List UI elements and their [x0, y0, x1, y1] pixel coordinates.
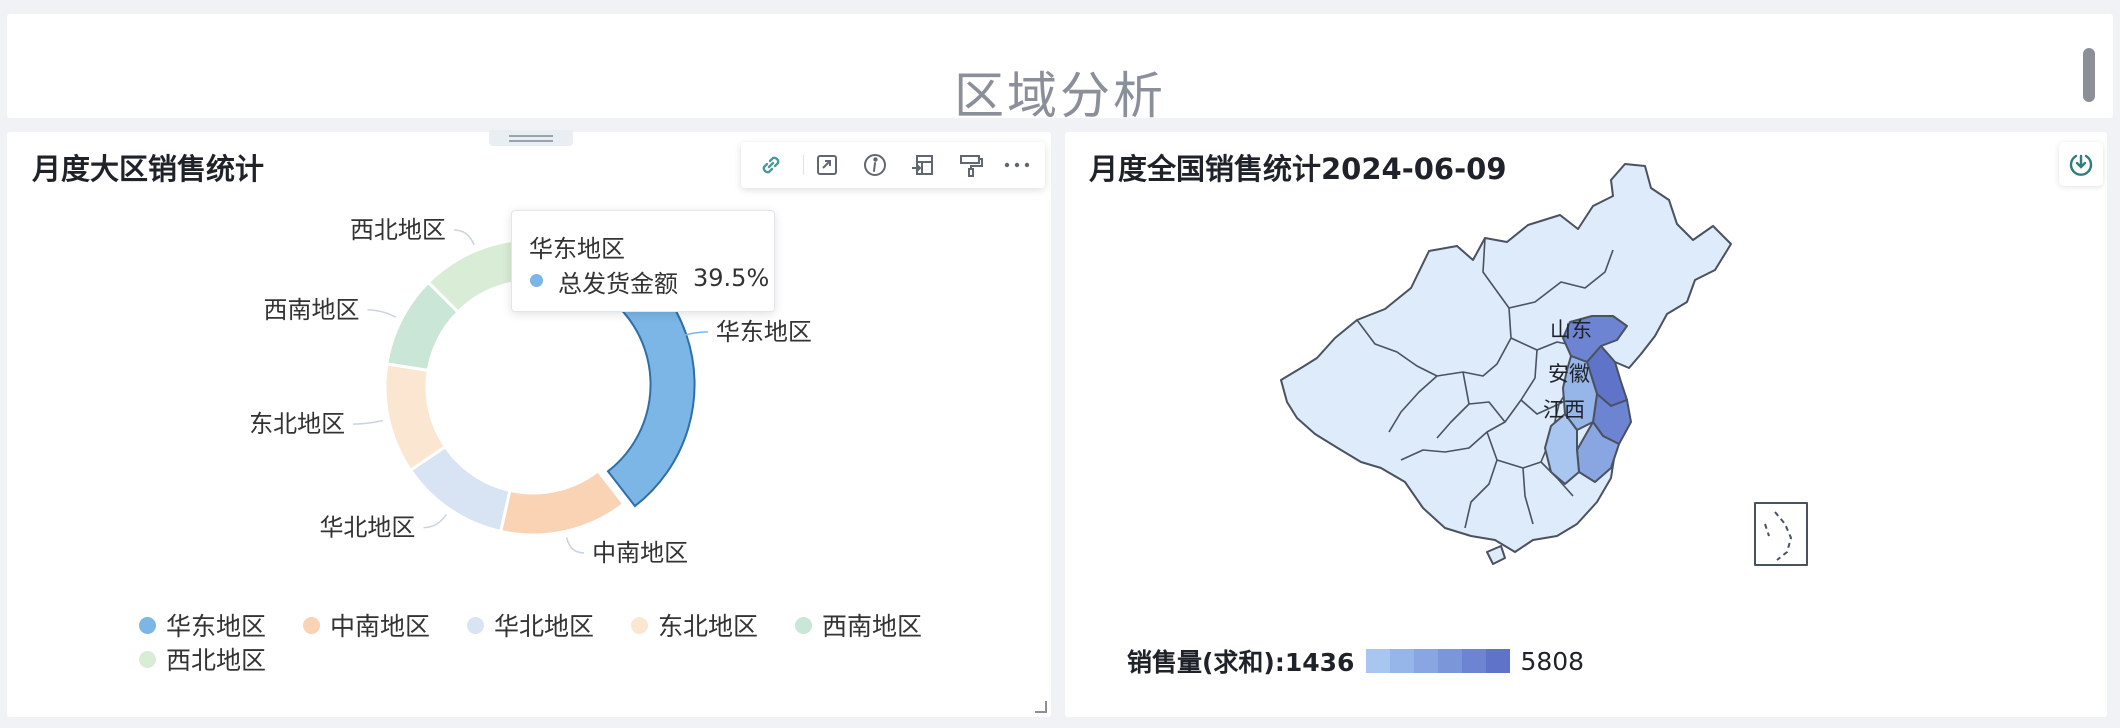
legend-label: 西南地区 — [822, 612, 923, 641]
china-map: 山东 安徽 江西 — [1280, 163, 1808, 566]
legend-swatch — [467, 616, 484, 634]
legend-item[interactable]: 华北地区 — [467, 610, 595, 641]
donut-label: 华东地区 — [716, 318, 812, 346]
page-title: 区域分析 — [954, 67, 1166, 125]
legend-swatch — [303, 616, 320, 634]
legend-item[interactable]: 西南地区 — [795, 610, 923, 641]
tooltip-title: 华东地区 — [529, 235, 625, 263]
map-china-outline — [1280, 163, 1732, 553]
legend-item[interactable]: 东北地区 — [631, 610, 759, 641]
chart-tooltip: 华东地区 总发货金额 39.5% — [511, 210, 775, 312]
map-region-hainan — [1486, 545, 1506, 565]
map-label-anhui: 安徽 — [1548, 362, 1590, 386]
donut-leader-line — [367, 309, 397, 318]
map-legend-label: 销售量(求和):1436 — [1127, 648, 1355, 677]
map-legend-color-scale[interactable] — [1366, 649, 1511, 673]
donut-leader-line — [565, 537, 585, 554]
donut-leader-line — [423, 513, 448, 529]
map-label-shandong: 山东 — [1550, 318, 1592, 342]
donut-slice[interactable] — [383, 362, 448, 473]
map-visual-legend: 销售量(求和):1436 5808 — [1127, 644, 1584, 678]
header-panel: 区域分析 — [7, 14, 2113, 125]
donut-leader-line — [453, 229, 475, 246]
donut-label: 东北地区 — [249, 410, 345, 438]
map-legend-max: 5808 — [1520, 646, 1585, 676]
donut-slice[interactable] — [498, 468, 626, 537]
resize-handle[interactable] — [1035, 701, 1047, 713]
donut-chart-card: 月度大区销售统计 华东地区 中南地区 华北地区 东北地区 西南地区 西北地区 华东地区 总… — [7, 130, 1051, 717]
legend-swatch — [139, 650, 156, 668]
legend-label: 中南地区 — [330, 612, 431, 641]
donut-label: 西南地区 — [264, 296, 360, 324]
donut-label: 西北地区 — [350, 216, 446, 244]
color-scale-step — [1366, 649, 1391, 673]
tooltip-series-dot — [530, 274, 543, 287]
legend-label: 西北地区 — [166, 646, 267, 675]
color-scale-step — [1486, 649, 1511, 673]
tooltip-metric: 总发货金额 — [558, 270, 678, 298]
map-south-china-sea-islands — [1764, 511, 1793, 561]
legend-swatch — [631, 616, 648, 634]
donut-chart: 华东地区中南地区 华北地区 东北地区 西南地区 西北地区 — [249, 216, 812, 567]
color-scale-step — [1414, 649, 1439, 673]
donut-leader-line — [353, 419, 383, 425]
legend-label: 东北地区 — [658, 612, 759, 641]
legend-item[interactable]: 西北地区 — [139, 644, 267, 675]
map-chart-card: 月度全国销售统计2024-06-09 山东 安徽 江西 销售量(求和):1436… — [1065, 132, 2107, 717]
map-label-jiangxi: 江西 — [1543, 398, 1585, 422]
color-scale-step — [1390, 649, 1415, 673]
legend-item[interactable]: 华东地区 — [139, 610, 267, 641]
donut-label: 中南地区 — [592, 539, 688, 567]
tooltip-value: 39.5% — [693, 264, 770, 292]
legend-swatch — [139, 616, 156, 634]
legend-swatch — [795, 616, 812, 634]
color-scale-step — [1438, 649, 1463, 673]
map-south-china-sea-inset — [1754, 502, 1808, 566]
legend-label: 华北地区 — [494, 612, 595, 641]
color-scale-step — [1462, 649, 1487, 673]
donut-label: 华北地区 — [319, 514, 415, 542]
legend-item[interactable]: 中南地区 — [303, 610, 431, 641]
legend-label: 华东地区 — [166, 612, 267, 641]
scrollbar[interactable] — [2083, 48, 2095, 102]
